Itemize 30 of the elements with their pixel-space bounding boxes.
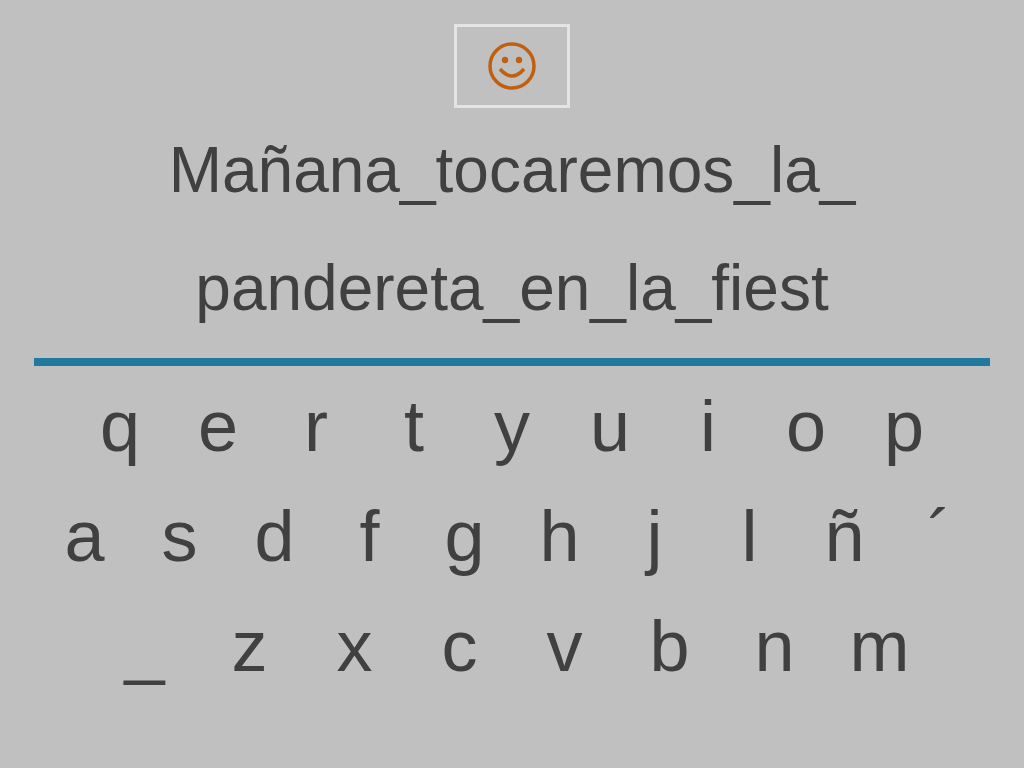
letter-key[interactable]: z [197, 604, 302, 688]
letter-key[interactable]: i [659, 384, 757, 468]
letter-key[interactable]: q [71, 384, 169, 468]
letter-key[interactable]: o [757, 384, 855, 468]
letter-key[interactable]: t [365, 384, 463, 468]
letter-key[interactable]: c [407, 604, 512, 688]
letter-key[interactable]: ñ [797, 494, 892, 578]
letter-key[interactable]: x [302, 604, 407, 688]
letter-key[interactable]: ´ [892, 494, 987, 578]
letter-key[interactable]: r [267, 384, 365, 468]
letter-key[interactable]: _ [92, 604, 197, 688]
letter-key[interactable]: a [37, 494, 132, 578]
letter-key[interactable]: h [512, 494, 607, 578]
letter-key[interactable]: p [855, 384, 953, 468]
letter-key[interactable]: n [722, 604, 827, 688]
smiley-icon [487, 41, 537, 91]
letter-key[interactable]: e [169, 384, 267, 468]
sentence-line: Mañana_tocaremos_la_ [168, 133, 856, 208]
letter-key[interactable]: b [617, 604, 722, 688]
letter-key[interactable]: v [512, 604, 617, 688]
letter-key[interactable]: l [702, 494, 797, 578]
letter-key[interactable]: u [561, 384, 659, 468]
letter-key[interactable]: d [227, 494, 322, 578]
letter-key[interactable]: j [607, 494, 702, 578]
letter-key[interactable]: m [827, 604, 932, 688]
sentence-line: pandereta_en_la_fiest [195, 251, 829, 326]
letter-key[interactable]: s [132, 494, 227, 578]
letter-key[interactable]: y [463, 384, 561, 468]
letter-key[interactable]: f [322, 494, 417, 578]
letter-key[interactable]: g [417, 494, 512, 578]
